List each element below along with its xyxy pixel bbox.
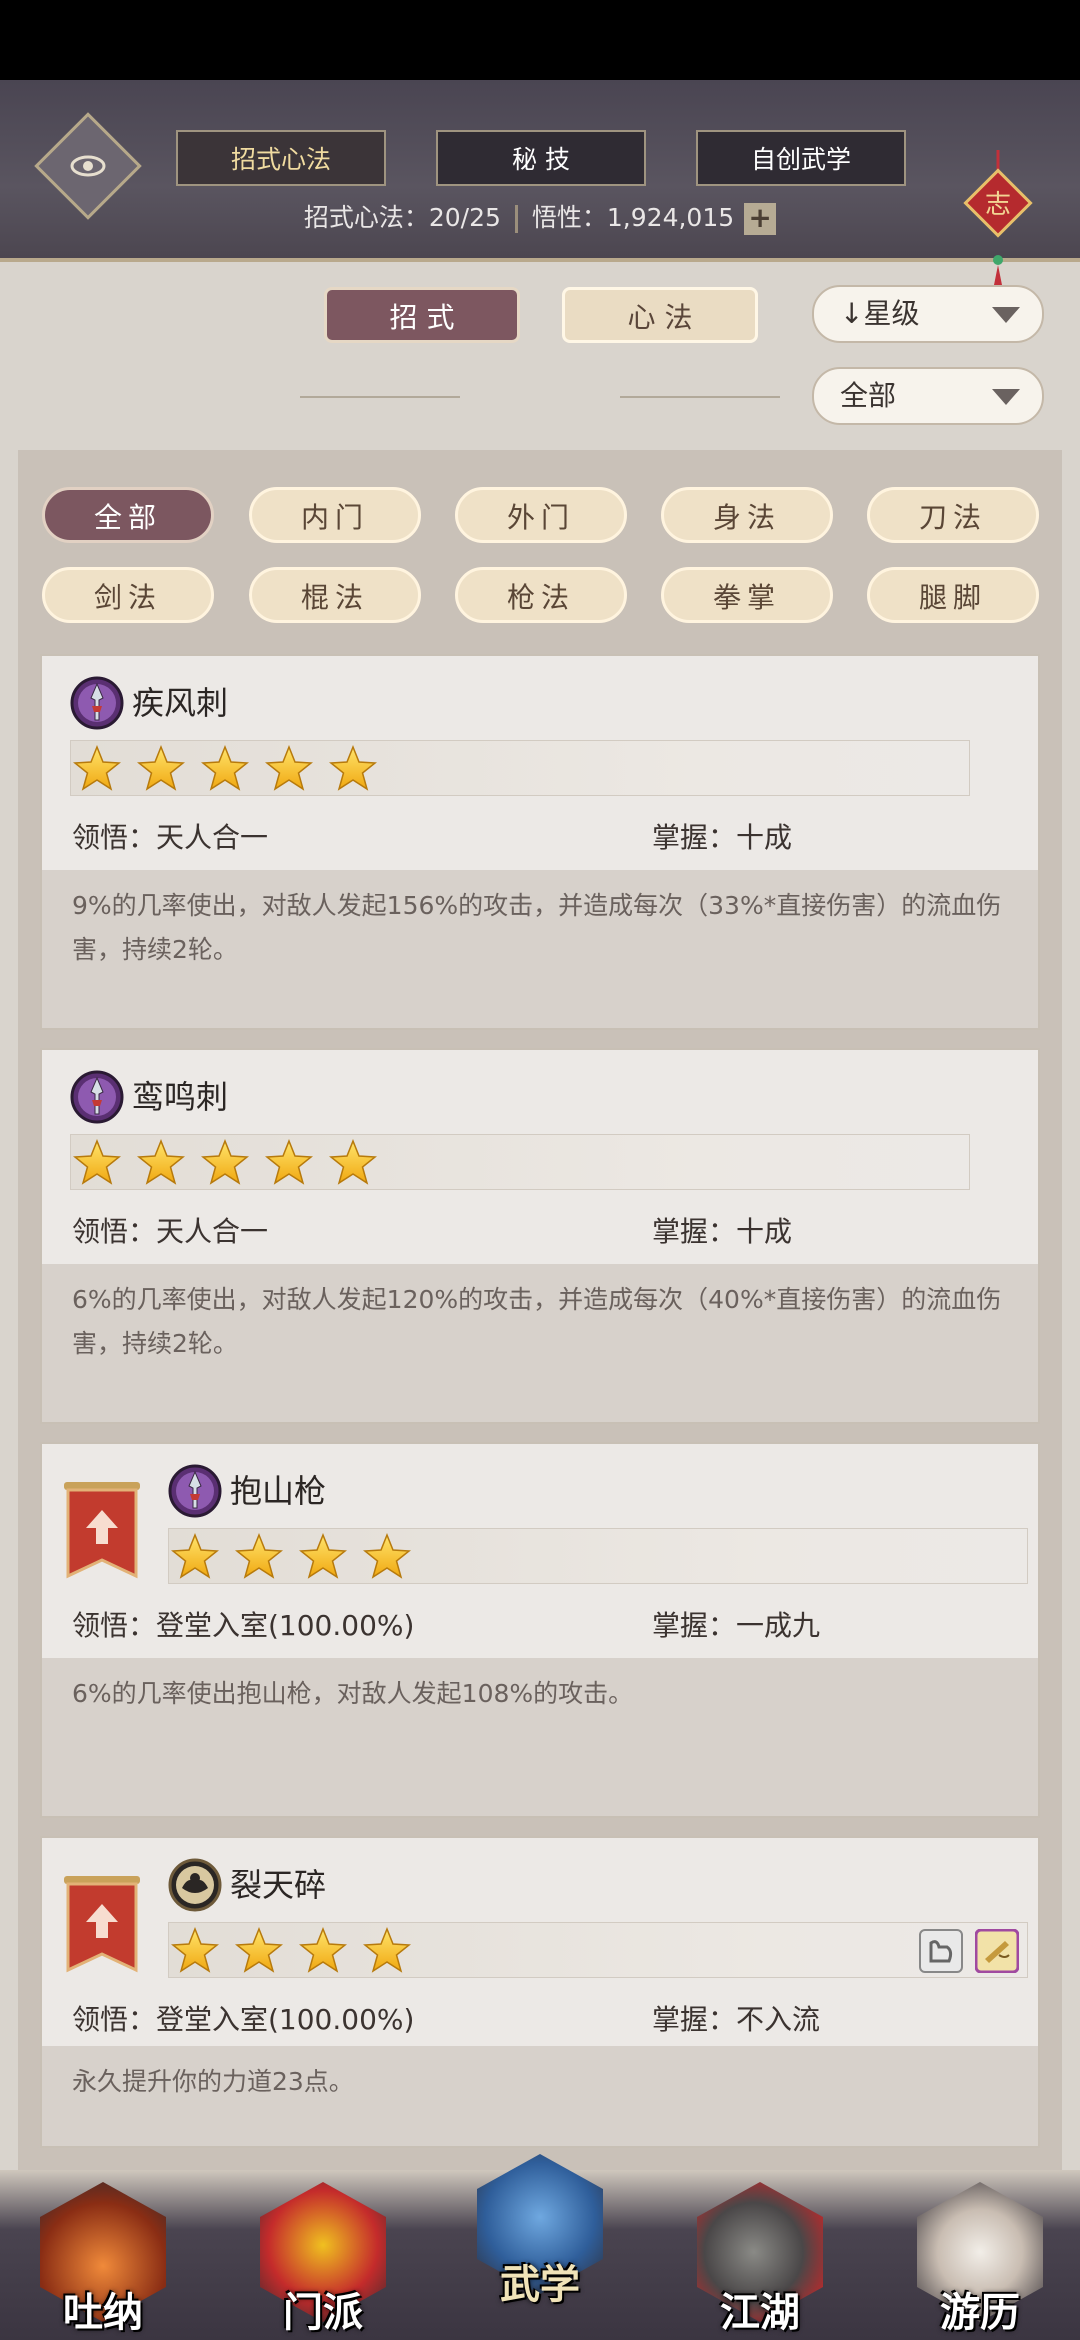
chevron-down-icon <box>992 307 1020 323</box>
insight-level: 领悟：登堂入室(100.00%) <box>72 1609 415 1642</box>
category-fist[interactable]: 拳掌 <box>661 567 833 623</box>
insight-level: 领悟：登堂入室(100.00%) <box>72 2003 415 2036</box>
skill-description: 6%的几率使出抱山枪，对敌人发起108%的攻击。 <box>42 1658 1038 1816</box>
nav-martial-arts[interactable]: 武学 <box>465 2150 615 2310</box>
insight-level: 领悟：天人合一 <box>72 1215 269 1248</box>
resource-info: 招式心法：20/25 悟性：1,924,015 + <box>0 198 1080 235</box>
mastery-level: 掌握：一成九 <box>652 1609 821 1642</box>
category-leg[interactable]: 腿脚 <box>867 567 1039 623</box>
nav-breathing[interactable]: 吐纳 <box>28 2178 178 2338</box>
add-wuxing-button[interactable]: + <box>744 203 777 235</box>
divider <box>514 205 518 233</box>
nav-label: 江湖 <box>720 2289 800 2336</box>
category-body[interactable]: 身法 <box>661 487 833 543</box>
skill-card[interactable]: 抱山枪 领悟：登堂入室(100.00%) 掌握：一成九 6%的几率使出抱山枪，对… <box>40 1442 1040 1818</box>
status-bar <box>0 0 1080 80</box>
decorative-line <box>300 396 460 398</box>
segment-methods[interactable]: 心 法 <box>562 287 758 343</box>
star-icon <box>235 1927 283 1975</box>
mastery-level: 掌握：十成 <box>652 1215 793 1248</box>
insight-level: 领悟：天人合一 <box>72 821 269 854</box>
strength-icon <box>168 1858 222 1912</box>
star-icon <box>201 1139 249 1187</box>
skill-card[interactable]: 疾风刺 领悟：天人合一 掌握：十成 9%的几率使出，对敌人发起156%的攻击，并… <box>40 654 1040 1030</box>
wuxing-value: 悟性：1,924,015 <box>531 203 735 232</box>
decorative-line <box>620 396 780 398</box>
star-icon <box>265 745 313 793</box>
skill-card[interactable]: 裂天碎 领悟：登堂入室(100.00%) 掌握：不入流 永久提升你的力道23点。 <box>40 1836 1040 2148</box>
nav-label: 吐纳 <box>63 2289 143 2336</box>
star-rating <box>70 1134 970 1190</box>
scope-dropdown[interactable]: 全部 <box>812 367 1044 425</box>
upgrade-banner-icon[interactable] <box>60 1480 144 1580</box>
scope-dropdown-label: 全部 <box>840 379 897 412</box>
skill-description: 6%的几率使出，对敌人发起120%的攻击，并造成每次（40%*直接伤害）的流血伤… <box>42 1264 1038 1422</box>
star-icon <box>73 745 121 793</box>
nav-label: 门派 <box>283 2289 363 2336</box>
skill-card[interactable]: 鸾鸣刺 领悟：天人合一 掌握：十成 6%的几率使出，对敌人发起120%的攻击，并… <box>40 1048 1040 1424</box>
skill-name: 疾风刺 <box>132 684 229 722</box>
category-sword[interactable]: 剑法 <box>42 567 214 623</box>
eye-icon <box>70 155 106 177</box>
nav-label: 游历 <box>940 2289 1020 2336</box>
nav-label: 武学 <box>500 2261 580 2308</box>
skill-count-label: 招式心法：20/25 <box>303 203 501 232</box>
spear-icon <box>168 1464 222 1518</box>
knot-char: 志 <box>985 190 1011 220</box>
spear-icon <box>70 676 124 730</box>
tab-secret-arts[interactable]: 秘 技 <box>436 130 646 186</box>
star-icon <box>201 745 249 793</box>
star-icon <box>299 1927 347 1975</box>
category-staff[interactable]: 棍法 <box>249 567 421 623</box>
star-icon <box>235 1533 283 1581</box>
segment-moves[interactable]: 招 式 <box>324 287 520 343</box>
star-icon <box>137 745 185 793</box>
star-icon <box>73 1139 121 1187</box>
skill-description: 永久提升你的力道23点。 <box>42 2046 1038 2146</box>
star-icon <box>137 1139 185 1187</box>
skill-name: 鸾鸣刺 <box>132 1078 229 1116</box>
arm-strength-badge-icon[interactable] <box>919 1929 963 1973</box>
star-rating <box>168 1922 1028 1978</box>
star-icon <box>171 1927 219 1975</box>
star-icon <box>171 1533 219 1581</box>
nav-travel[interactable]: 游历 <box>905 2178 1055 2338</box>
mastery-level: 掌握：十成 <box>652 821 793 854</box>
star-icon <box>329 745 377 793</box>
mastery-level: 掌握：不入流 <box>652 2003 821 2036</box>
star-rating <box>70 740 970 796</box>
nav-sect[interactable]: 门派 <box>248 2178 398 2338</box>
skill-name: 裂天碎 <box>230 1866 327 1904</box>
category-blade[interactable]: 刀法 <box>867 487 1039 543</box>
chevron-down-icon <box>992 389 1020 405</box>
sort-dropdown[interactable]: ↓星级 <box>812 285 1044 343</box>
star-icon <box>363 1927 411 1975</box>
upgrade-banner-icon[interactable] <box>60 1874 144 1974</box>
sort-dropdown-label: ↓星级 <box>840 297 920 330</box>
category-spear[interactable]: 枪法 <box>455 567 627 623</box>
spear-icon <box>70 1070 124 1124</box>
star-icon <box>299 1533 347 1581</box>
star-icon <box>329 1139 377 1187</box>
category-all[interactable]: 全部 <box>42 487 214 543</box>
category-inner[interactable]: 内门 <box>249 487 421 543</box>
nav-jianghu[interactable]: 江湖 <box>685 2178 835 2338</box>
tab-custom-martial[interactable]: 自创武学 <box>696 130 906 186</box>
skill-description: 9%的几率使出，对敌人发起156%的攻击，并造成每次（33%*直接伤害）的流血伤… <box>42 870 1038 1028</box>
scroll-badge-icon[interactable] <box>975 1929 1019 1973</box>
star-icon <box>363 1533 411 1581</box>
star-rating <box>168 1528 1028 1584</box>
star-icon <box>265 1139 313 1187</box>
top-header: 招式心法 秘 技 自创武学 招式心法：20/25 悟性：1,924,015 + 志 <box>0 80 1080 300</box>
tab-skills-methods[interactable]: 招式心法 <box>176 130 386 186</box>
skill-name: 抱山枪 <box>230 1472 327 1510</box>
category-outer[interactable]: 外门 <box>455 487 627 543</box>
